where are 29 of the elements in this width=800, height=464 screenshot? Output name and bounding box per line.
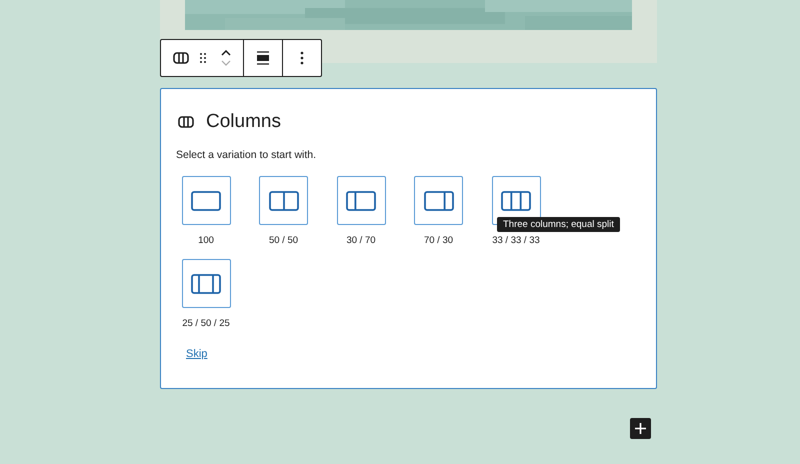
variation-button[interactable]: [182, 176, 230, 225]
column-layout-icon: [424, 190, 454, 210]
more-options-icon[interactable]: [300, 51, 304, 65]
variation-label: 25 / 50 / 25: [182, 318, 230, 330]
columns-icon: [178, 116, 194, 128]
variation-label: 100: [198, 235, 214, 247]
variation-button[interactable]: [414, 176, 463, 225]
chevron-up-icon[interactable]: [221, 50, 231, 56]
align-icon[interactable]: [257, 51, 269, 65]
variation-label: 33 / 33 / 33: [492, 235, 540, 247]
variation-label: 70 / 30: [424, 235, 454, 247]
variation-button[interactable]: [182, 259, 230, 308]
variation-label: 30 / 70: [346, 235, 376, 247]
plus-icon: [635, 423, 646, 434]
add-block-button[interactable]: [630, 418, 651, 439]
column-layout-icon: [191, 274, 221, 294]
column-layout-icon: [346, 190, 376, 210]
tooltip: Three columns; equal split: [497, 217, 620, 232]
column-layout-icon: [268, 190, 298, 210]
skip-link[interactable]: Skip: [186, 346, 208, 362]
block-title: Columns: [206, 111, 281, 133]
drag-handle-icon[interactable]: [199, 52, 207, 64]
variation-button[interactable]: [259, 176, 308, 225]
variation-label: 50 / 50: [268, 235, 298, 247]
column-layout-icon: [191, 190, 221, 210]
variation-button[interactable]: [336, 176, 386, 225]
instructions: Select a variation to start with.: [176, 148, 318, 162]
columns-icon[interactable]: [173, 52, 189, 64]
column-layout-icon: [501, 190, 531, 210]
